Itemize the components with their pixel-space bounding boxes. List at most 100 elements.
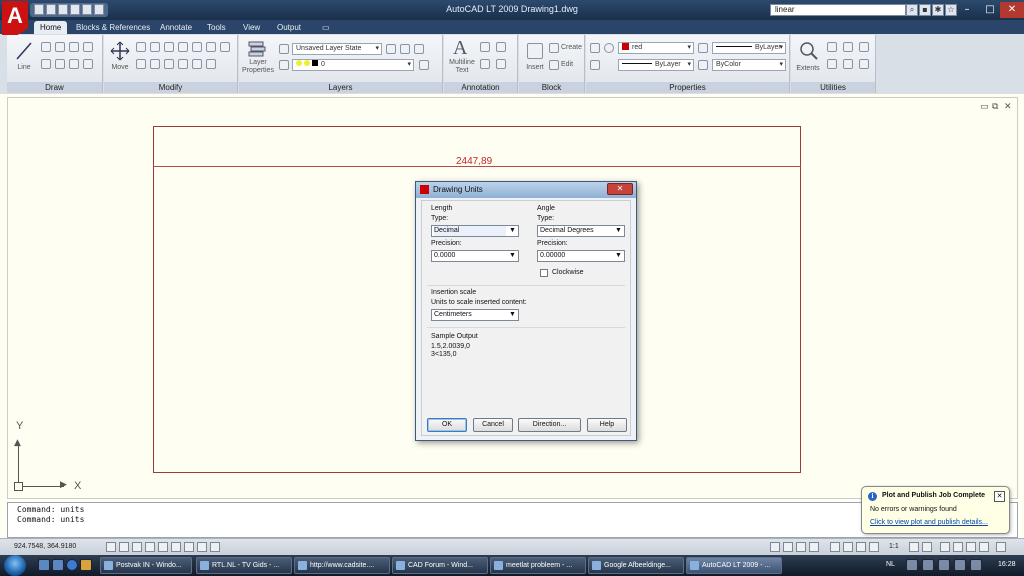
leader-icon[interactable]: [496, 59, 506, 69]
plot-style-dropdown[interactable]: ByColor: [712, 59, 786, 71]
layer-state-dropdown[interactable]: Unsaved Layer State: [292, 43, 382, 55]
help-button[interactable]: Help: [587, 418, 627, 432]
tab-home[interactable]: Home: [34, 21, 68, 34]
plot-details-link[interactable]: Click to view plot and publish details..…: [870, 519, 988, 526]
move-icon[interactable]: [110, 41, 130, 61]
scale-icon[interactable]: [220, 42, 230, 52]
id-point-icon[interactable]: [827, 59, 837, 69]
text-style-icon[interactable]: [480, 42, 490, 52]
distance-icon[interactable]: [843, 59, 853, 69]
clock[interactable]: 16:28: [998, 561, 1016, 568]
panel-block-label[interactable]: Block: [519, 82, 584, 93]
dialog-close-button[interactable]: ✕: [607, 183, 633, 195]
quick-properties-icon[interactable]: [210, 542, 220, 552]
lineweight-dropdown[interactable]: ByLayer: [712, 42, 786, 54]
stretch-icon[interactable]: [206, 42, 216, 52]
tray-volume-icon[interactable]: [922, 559, 934, 571]
tray-app-icon[interactable]: [954, 559, 966, 571]
layer-isolate-icon[interactable]: [386, 44, 396, 54]
dialog-title-bar[interactable]: Drawing Units ✕: [416, 182, 636, 198]
dynamic-input-icon[interactable]: [184, 542, 194, 552]
object-snap-icon[interactable]: [158, 542, 168, 552]
annotation-visibility-icon[interactable]: [909, 542, 919, 552]
array-icon[interactable]: [192, 42, 202, 52]
hatch-icon[interactable]: [69, 59, 79, 69]
list-icon[interactable]: [590, 60, 600, 70]
length-type-dropdown[interactable]: Decimal ▼: [431, 225, 519, 237]
ok-button[interactable]: OK: [427, 418, 467, 432]
linetype-dropdown[interactable]: ByLayer: [618, 59, 694, 71]
circle-icon[interactable]: [55, 42, 65, 52]
area-icon[interactable]: [859, 59, 869, 69]
toolbar-lock-icon[interactable]: [953, 542, 963, 552]
linear-dimension-icon[interactable]: [496, 42, 506, 52]
subscription-icon[interactable]: ✱: [932, 4, 944, 16]
arc-icon[interactable]: [69, 42, 79, 52]
internet-explorer-icon[interactable]: [66, 559, 78, 571]
polygon-icon[interactable]: [41, 59, 51, 69]
search-icon[interactable]: ⌕: [906, 4, 918, 16]
plot-status-icon[interactable]: [979, 542, 989, 552]
explode-icon[interactable]: [192, 59, 202, 69]
mirror-icon[interactable]: [164, 42, 174, 52]
erase-icon[interactable]: [206, 59, 216, 69]
model-space-icon[interactable]: [770, 542, 780, 552]
tray-update-icon[interactable]: [970, 559, 982, 571]
search-input[interactable]: linear: [770, 4, 906, 16]
close-button[interactable]: ✕: [1000, 2, 1024, 18]
start-button[interactable]: [4, 555, 26, 576]
spline-icon[interactable]: [83, 59, 93, 69]
panel-layers-label[interactable]: Layers: [239, 82, 442, 93]
taskbar-item-google-images[interactable]: Google Afbeeldinge...: [588, 557, 684, 574]
dimension-text[interactable]: 2447,89: [456, 156, 492, 167]
tray-settings-icon[interactable]: [966, 542, 976, 552]
rotate-icon[interactable]: [136, 42, 146, 52]
explorer-icon[interactable]: [80, 559, 92, 571]
auto-scale-icon[interactable]: [922, 542, 932, 552]
length-precision-dropdown[interactable]: 0.0000 ▼: [431, 250, 519, 262]
lineweight-icon[interactable]: [698, 43, 708, 53]
layer-previous-icon[interactable]: [419, 60, 429, 70]
cancel-button[interactable]: Cancel: [473, 418, 513, 432]
line-icon[interactable]: [15, 41, 33, 61]
tab-tools[interactable]: Tools: [201, 21, 232, 34]
clean-screen-icon[interactable]: [996, 542, 1006, 552]
current-layer-dropdown[interactable]: 0: [292, 59, 414, 71]
taskbar-item-cadsite[interactable]: http://www.cadsite....: [294, 557, 390, 574]
panel-draw-label[interactable]: Draw: [7, 82, 102, 93]
ribbon-options-icon[interactable]: ▭: [316, 21, 336, 34]
zoom-status-icon[interactable]: [843, 542, 853, 552]
match-properties-icon[interactable]: [590, 43, 600, 53]
insertion-units-dropdown[interactable]: Centimeters ▼: [431, 309, 519, 321]
tab-annotate[interactable]: Annotate: [154, 21, 198, 34]
table-icon[interactable]: [480, 59, 490, 69]
taskbar-item-meetlat[interactable]: meetlat probleem - ...: [490, 557, 586, 574]
coordinate-readout[interactable]: 924.7548, 364.9180: [14, 543, 76, 550]
pan-icon[interactable]: [827, 42, 837, 52]
polar-tracking-icon[interactable]: [145, 542, 155, 552]
workspace-switch-icon[interactable]: [940, 542, 950, 552]
plot-style-icon[interactable]: [698, 60, 708, 70]
ellipse-icon[interactable]: [55, 59, 65, 69]
angle-precision-dropdown[interactable]: 0.00000 ▼: [537, 250, 625, 262]
minimize-button[interactable]: –: [955, 2, 979, 18]
fillet-icon[interactable]: [178, 42, 188, 52]
insert-block-icon[interactable]: [527, 43, 543, 59]
document-restore-icon[interactable]: ⧉: [992, 102, 998, 112]
showmotion-icon[interactable]: [869, 542, 879, 552]
quick-calc-icon[interactable]: [859, 42, 869, 52]
create-block-icon[interactable]: [549, 43, 559, 53]
language-indicator[interactable]: NL: [886, 561, 895, 568]
direction-button[interactable]: Direction...: [518, 418, 581, 432]
edit-block-icon[interactable]: [549, 60, 559, 70]
clockwise-checkbox[interactable]: [540, 269, 548, 277]
panel-modify-label[interactable]: Modify: [104, 82, 237, 93]
panel-properties-label[interactable]: Properties: [586, 82, 789, 93]
angle-type-dropdown[interactable]: Decimal Degrees ▼: [537, 225, 625, 237]
color-dropdown[interactable]: red: [618, 42, 694, 54]
trim-icon[interactable]: [136, 59, 146, 69]
application-menu-button[interactable]: A: [2, 1, 28, 35]
layer-off-icon[interactable]: [400, 44, 410, 54]
clockwise-label[interactable]: Clockwise: [552, 269, 584, 276]
layer-freeze-icon[interactable]: [414, 44, 424, 54]
